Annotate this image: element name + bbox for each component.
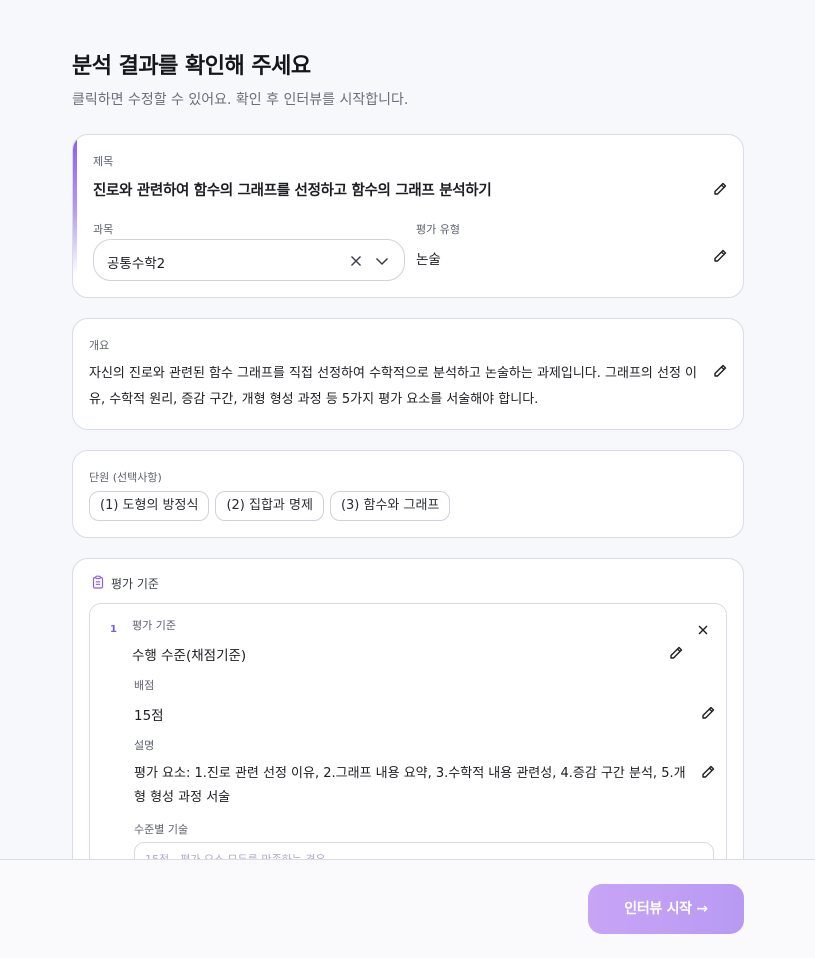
- criteria-label: 평가 기준: [111, 577, 159, 591]
- overview-label: 개요: [89, 339, 110, 352]
- unit-chips: (1) 도형의 방정식 (2) 집합과 명제 (3) 함수와 그래프: [89, 491, 451, 521]
- subject-select-value: 공통수학2: [107, 256, 166, 272]
- overview-card: 개요 자신의 진로와 관련된 함수 그래프를 직접 선정하여 수학적으로 분석하…: [72, 318, 744, 430]
- eval-type-label: 평가 유형: [416, 223, 460, 236]
- edit-eval-type-pencil-icon[interactable]: [712, 248, 728, 264]
- unit-chip[interactable]: (3) 함수와 그래프: [329, 491, 451, 521]
- page-subtitle: 클릭하면 수정할 수 있어요. 확인 후 인터뷰를 시작합니다.: [72, 92, 409, 108]
- criteria-header: 평가 기준: [91, 575, 159, 592]
- start-interview-button[interactable]: 인터뷰 시작 →: [588, 884, 744, 934]
- remove-criterion-close-icon[interactable]: [696, 622, 710, 636]
- subject-select[interactable]: 공통수학2: [93, 239, 405, 281]
- criterion-value[interactable]: 수행 수준(채점기준): [132, 644, 246, 664]
- score-value[interactable]: 15점: [134, 704, 164, 724]
- subject-label: 과목: [93, 223, 114, 236]
- card-accent-bar: [73, 135, 77, 275]
- criterion-label: 평가 기준: [132, 619, 176, 632]
- unit-chip[interactable]: (1) 도형의 방정식: [89, 491, 210, 521]
- eval-type-value[interactable]: 논술: [416, 248, 441, 268]
- edit-criterion-pencil-icon[interactable]: [668, 645, 684, 661]
- edit-title-pencil-icon[interactable]: [712, 181, 728, 197]
- levels-label: 수준별 기술: [134, 823, 189, 836]
- overview-text[interactable]: 자신의 진로와 관련된 함수 그래프를 직접 선정하여 수학적으로 분석하고 논…: [89, 361, 699, 413]
- unit-chip[interactable]: (2) 집합과 명제: [215, 491, 324, 521]
- edit-overview-pencil-icon[interactable]: [712, 363, 728, 379]
- chevron-down-icon[interactable]: [374, 253, 390, 269]
- clear-x-icon[interactable]: [348, 253, 364, 269]
- page-title: 분석 결과를 확인해 주세요: [72, 54, 311, 79]
- title-label: 제목: [93, 155, 114, 168]
- edit-description-pencil-icon[interactable]: [700, 764, 716, 780]
- units-card: 단원 (선택사항) (1) 도형의 방정식 (2) 집합과 명제 (3) 함수와…: [72, 450, 744, 538]
- description-value[interactable]: 평가 요소: 1.진로 관련 선정 이유, 2.그래프 내용 요약, 3.수학적…: [134, 762, 694, 810]
- units-label: 단원 (선택사항): [89, 471, 162, 484]
- clipboard-icon: [91, 575, 105, 592]
- criterion-number: 1: [110, 624, 117, 635]
- score-label: 배점: [134, 679, 155, 692]
- info-card: 제목 진로와 관련하여 함수의 그래프를 선정하고 함수의 그래프 분석하기 과…: [72, 134, 744, 298]
- edit-score-pencil-icon[interactable]: [700, 705, 716, 721]
- description-label: 설명: [134, 739, 155, 752]
- title-value[interactable]: 진로와 관련하여 함수의 그래프를 선정하고 함수의 그래프 분석하기: [93, 179, 492, 200]
